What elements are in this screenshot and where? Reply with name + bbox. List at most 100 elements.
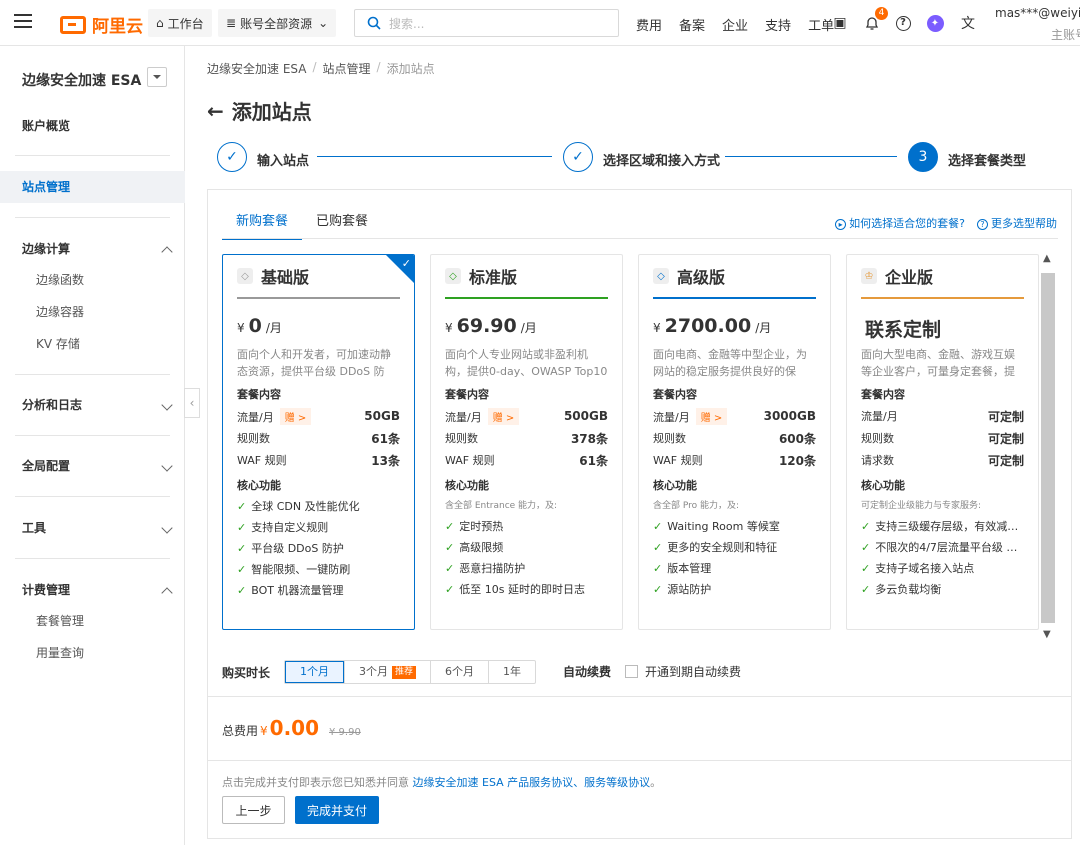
duration-option-3m[interactable]: 3个月 推荐	[344, 661, 430, 683]
more-help-link[interactable]: ? 更多选型帮助	[977, 215, 1057, 231]
workbench-button[interactable]: ⌂ 工作台	[148, 9, 212, 37]
help-icon[interactable]: ?	[893, 13, 913, 33]
check-icon: ✓	[653, 562, 663, 575]
scroll-up-icon[interactable]: ▲	[1043, 253, 1053, 264]
quota-label: 规则数	[861, 432, 894, 445]
cards-scrollbar[interactable]: ▲ ▼	[1040, 251, 1056, 643]
check-icon: ✓	[653, 541, 663, 554]
plan-feature-title: 核心功能	[445, 479, 489, 492]
plan-feature-item: ✓ 智能限频、一键防刷	[237, 559, 400, 580]
user-account[interactable]: mas***@weiyige... 主账号	[995, 6, 1080, 43]
sidebar-item-plan-management[interactable]: 套餐管理	[0, 607, 185, 635]
account-resources-dropdown[interactable]: ≣ 账号全部资源 ⌄	[218, 9, 337, 37]
auto-renew-text[interactable]: 开通到期自动续费	[645, 663, 741, 680]
divider	[208, 696, 1071, 697]
aliyun-logo[interactable]: 阿里云	[60, 12, 143, 37]
sidebar-group-tools[interactable]: 工具	[0, 512, 185, 544]
menu-icon[interactable]	[14, 14, 32, 28]
sidebar-item-edge-container[interactable]: 边缘容器	[0, 298, 185, 326]
plan-tier-icon: ♔	[861, 268, 877, 284]
quota-label: 规则数	[237, 432, 270, 445]
agreement-link[interactable]: 边缘安全加速 ESA 产品服务协议、服务等级协议	[413, 776, 651, 789]
quota-label: 规则数	[653, 432, 686, 445]
gift-badge[interactable]: 赠 >	[487, 407, 520, 425]
tab-new-plan[interactable]: 新购套餐	[222, 210, 303, 240]
plan-card[interactable]: ♔ 企业版 联系定制 面向大型电商、金融、游戏互娱等企业客户，可量身定套餐，提供…	[846, 254, 1039, 630]
complete-and-pay-button[interactable]: 完成并支付	[295, 796, 379, 824]
plan-feature-item: ✓ 全球 CDN 及性能优化	[237, 496, 400, 517]
step-connector	[317, 156, 552, 157]
sidebar-group-billing[interactable]: 计费管理	[0, 574, 185, 606]
nav-link-filing[interactable]: 备案	[679, 15, 705, 34]
nav-link-enterprise[interactable]: 企业	[722, 15, 748, 34]
check-icon: ✓	[445, 541, 455, 554]
plan-tier-icon: ◇	[653, 268, 669, 284]
quota-value: 61条	[579, 453, 608, 468]
agreement-suffix: 。	[650, 776, 662, 789]
plan-name: 高级版	[677, 268, 726, 287]
step-current-number: 3	[908, 142, 938, 172]
plan-description: 面向个人和开发者，可加速动静态资源，提供平台级 DDoS 防护、...	[237, 348, 391, 378]
sidebar-item-kv-storage[interactable]: KV 存储	[0, 330, 185, 358]
previous-step-button[interactable]: 上一步	[222, 796, 285, 824]
step-indicator: ✓ 输入站点 ✓ 选择区域和接入方式 3 选择套餐类型	[217, 142, 1037, 174]
sidebar-item-usage-query[interactable]: 用量查询	[0, 639, 185, 667]
scrollbar-thumb[interactable]	[1041, 273, 1055, 623]
gift-badge[interactable]: 赠 >	[279, 407, 312, 425]
plan-card[interactable]: ◇ 高级版 ¥ 2700.00 /月 面向电商、金融等中型企业，为网站的稳定服务提…	[638, 254, 831, 630]
duration-option-6m[interactable]: 6个月	[430, 661, 488, 683]
language-icon[interactable]: 文	[958, 13, 978, 33]
sidebar-group-global-config[interactable]: 全局配置	[0, 450, 185, 482]
ai-assistant-icon[interactable]: ✦	[925, 13, 945, 33]
chevron-up-icon	[161, 246, 173, 258]
quota-value: 120条	[778, 453, 816, 468]
breadcrumb-item[interactable]: 边缘安全加速 ESA	[207, 60, 306, 77]
product-switch-dropdown[interactable]	[147, 67, 167, 87]
sidebar-collapse-button[interactable]: ‹	[184, 388, 200, 418]
how-to-choose-link[interactable]: ▸ 如何选择适合您的套餐?	[835, 215, 965, 231]
sidebar-item-account-overview[interactable]: 账户概览	[0, 110, 185, 142]
check-icon: ✓	[237, 521, 247, 534]
step-label: 选择套餐类型	[948, 154, 1027, 169]
sidebar-item-site-management[interactable]: 站点管理	[0, 171, 185, 203]
plan-card[interactable]: ◇ 标准版 ¥ 69.90 /月 面向个人专业网站或非盈利机构，提供0-day、O…	[430, 254, 623, 630]
plan-quota-row: 请求数 可定制	[861, 449, 1024, 471]
auto-renew-checkbox[interactable]	[625, 665, 639, 678]
plan-feature-item: ✓ 支持子域名接入站点	[861, 558, 1024, 579]
check-icon: ✓	[861, 541, 871, 554]
plan-feature-item: ✓ 低至 10s 延时的即时日志	[445, 579, 608, 600]
duration-option-1y[interactable]: 1年	[488, 661, 535, 683]
terminal-icon[interactable]: ▣	[830, 13, 850, 33]
sidebar-divider	[15, 374, 170, 375]
tab-purchased-plan[interactable]: 已购套餐	[302, 210, 382, 240]
sidebar-group-edge-compute[interactable]: 边缘计算	[0, 233, 185, 265]
plan-feature-item: ✓ 平台级 DDoS 防护	[237, 538, 400, 559]
plan-quota-row: 流量/月赠 > 50GB	[237, 405, 400, 427]
chevron-down-icon	[161, 522, 173, 534]
nav-link-fees[interactable]: 费用	[636, 15, 662, 34]
bell-icon[interactable]: 4	[862, 7, 888, 33]
quota-value: 可定制	[987, 453, 1024, 468]
breadcrumb-item[interactable]: 站点管理	[323, 60, 371, 77]
recommend-badge: 推荐	[392, 665, 417, 679]
gift-badge[interactable]: 赠 >	[695, 407, 728, 425]
search-input[interactable]: 搜索...	[354, 9, 619, 37]
plan-card[interactable]: ✓ ◇ 基础版 ¥ 0 /月 面向个人和开发者，可加速动静态资源，提供平台级 DD…	[222, 254, 415, 630]
sidebar-item-edge-function[interactable]: 边缘函数	[0, 266, 185, 294]
total-label: 总费用	[222, 724, 259, 738]
chevron-down-icon: ⌄	[318, 16, 329, 30]
total-amount: 0.00	[269, 716, 320, 740]
list-icon: ≣	[226, 16, 237, 30]
plan-panel: 新购套餐 已购套餐 ▸ 如何选择适合您的套餐? ? 更多选型帮助 ✓ ◇ 基础版 ¥…	[207, 189, 1072, 839]
plan-name: 标准版	[469, 268, 518, 287]
scroll-down-icon[interactable]: ▼	[1043, 629, 1053, 640]
sidebar-group-analytics[interactable]: 分析和日志	[0, 389, 185, 421]
duration-label: 购买时长	[222, 665, 271, 680]
back-arrow-icon[interactable]: ←	[207, 99, 224, 123]
nav-link-support[interactable]: 支持	[765, 15, 791, 34]
quota-label: 流量/月	[445, 410, 482, 424]
page-title-text: 添加站点	[231, 100, 312, 124]
duration-option-1m[interactable]: 1个月	[285, 661, 345, 683]
feature-text: 高级限频	[459, 541, 504, 554]
quota-label: WAF 规则	[237, 454, 287, 467]
